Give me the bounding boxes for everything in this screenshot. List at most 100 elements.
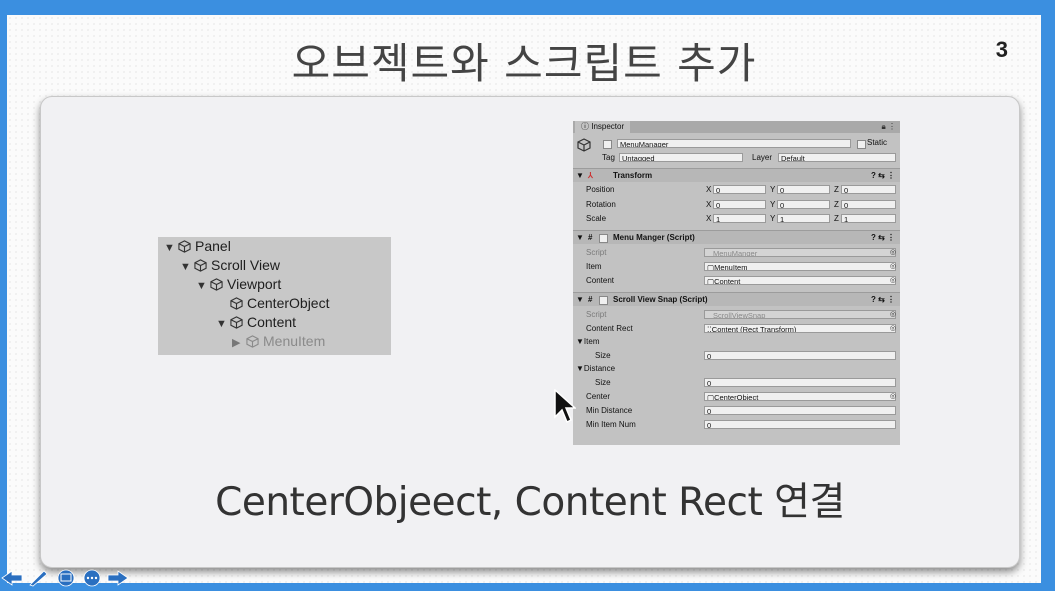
hierarchy-item-label: CenterObject bbox=[247, 295, 330, 311]
cube-icon bbox=[194, 259, 207, 272]
x-label: X bbox=[706, 214, 712, 223]
scale-label: Scale bbox=[586, 214, 607, 223]
hierarchy-item-viewport[interactable]: ▼ Viewport bbox=[196, 275, 281, 293]
hierarchy-item-content[interactable]: ▼ Content bbox=[216, 313, 296, 331]
object-name-field[interactable]: MenuManager bbox=[617, 139, 851, 148]
info-icon: ⓘ bbox=[581, 122, 592, 131]
item-size-label: Size bbox=[595, 351, 611, 360]
hierarchy-item-menu-item[interactable]: ▶ MenuItem bbox=[232, 332, 325, 350]
target-icon[interactable]: ◎ bbox=[890, 248, 896, 256]
position-z-field[interactable]: 0 bbox=[841, 185, 896, 194]
script-icon: # bbox=[588, 295, 593, 304]
hierarchy-item-label: Scroll View bbox=[211, 257, 280, 273]
active-checkbox[interactable] bbox=[603, 140, 612, 149]
scale-x-field[interactable]: 1 bbox=[713, 214, 766, 223]
component-menu-icon[interactable]: ? ⇆ ⋮ bbox=[871, 293, 895, 306]
script-icon: # bbox=[588, 233, 593, 242]
component-menu-icon[interactable]: ? ⇆ ⋮ bbox=[871, 231, 895, 244]
target-icon[interactable]: ◎ bbox=[890, 262, 896, 270]
slides-icon[interactable] bbox=[57, 569, 75, 587]
collapse-arrow-icon[interactable]: ▼ bbox=[576, 231, 584, 244]
min-distance-field[interactable]: 0 bbox=[704, 406, 896, 415]
hierarchy-item-center-object[interactable]: CenterObject bbox=[216, 294, 329, 312]
target-icon[interactable]: ◎ bbox=[890, 324, 896, 332]
z-label: Z bbox=[834, 185, 839, 194]
script-field: ScrollViewSnap bbox=[704, 310, 896, 319]
y-label: Y bbox=[770, 214, 776, 223]
hierarchy-item-label: Viewport bbox=[227, 276, 282, 292]
center-label: Center bbox=[586, 392, 611, 401]
rotation-y-field[interactable]: 0 bbox=[777, 200, 830, 209]
component-title: Scroll View Snap (Script) bbox=[613, 295, 708, 304]
more-options-icon[interactable] bbox=[83, 569, 101, 587]
scale-z-field[interactable]: 1 bbox=[841, 214, 896, 223]
expand-arrow-icon[interactable]: ▼ bbox=[196, 277, 210, 295]
tab-label: Inspector bbox=[591, 122, 625, 131]
z-label: Z bbox=[834, 214, 839, 223]
pen-icon[interactable] bbox=[29, 570, 48, 587]
collapse-arrow-icon[interactable]: ▼ bbox=[576, 293, 584, 306]
hierarchy-item-label: MenuItem bbox=[263, 333, 326, 349]
slide-number: 3 bbox=[995, 37, 1008, 62]
slide-title: 오브젝트와 스크립트 추가 bbox=[291, 39, 757, 88]
enabled-checkbox[interactable] bbox=[599, 296, 608, 305]
min-item-num-label: Min Item Num bbox=[586, 420, 636, 429]
item-foldout[interactable]: ▼Item bbox=[576, 337, 599, 347]
transform-icon: ⅄ bbox=[588, 171, 593, 180]
cube-icon bbox=[246, 335, 259, 348]
enabled-checkbox[interactable] bbox=[599, 234, 608, 243]
position-y-field[interactable]: 0 bbox=[777, 185, 830, 194]
rotation-x-field[interactable]: 0 bbox=[713, 200, 766, 209]
hierarchy-item-label: Content bbox=[247, 314, 297, 330]
transform-header[interactable]: ▼ ⅄ Transform ? ⇆ ⋮ bbox=[573, 168, 900, 182]
mouse-cursor-icon bbox=[554, 389, 576, 424]
collapse-arrow-icon[interactable]: ▼ bbox=[576, 169, 584, 182]
component-menu-icon[interactable]: ? ⇆ ⋮ bbox=[871, 169, 895, 182]
item-object-field[interactable]: ▢MenuItem bbox=[704, 262, 896, 271]
tag-dropdown[interactable]: Untagged bbox=[619, 153, 743, 162]
tab-inspector[interactable]: ⓘ Inspector bbox=[575, 121, 631, 133]
next-slide-icon[interactable] bbox=[107, 570, 129, 586]
y-label: Y bbox=[770, 185, 776, 194]
expand-arrow-icon[interactable]: ▼ bbox=[216, 315, 230, 333]
expand-arrow-icon[interactable]: ▼ bbox=[164, 239, 178, 257]
scale-y-field[interactable]: 1 bbox=[777, 214, 830, 223]
presentation-nav bbox=[0, 569, 140, 587]
content-object-field[interactable]: ▢Content bbox=[704, 276, 896, 285]
inspector-tab-bar: ⓘ Inspector 🔒︎ ⋮ bbox=[573, 121, 900, 133]
distance-foldout[interactable]: ▼Distance bbox=[576, 364, 615, 374]
collapsed-arrow-icon[interactable]: ▶ bbox=[232, 334, 246, 352]
target-icon[interactable]: ◎ bbox=[890, 310, 896, 318]
slide-caption: CenterObjeect, Content Rect 연결 bbox=[215, 480, 845, 525]
script-label: Script bbox=[586, 248, 607, 257]
hierarchy-panel: ▼ Panel ▼ Scroll View ▼ Viewport CenterObje… bbox=[158, 237, 391, 355]
hierarchy-item-label: Panel bbox=[195, 238, 231, 254]
min-distance-label: Min Distance bbox=[586, 406, 633, 415]
target-icon[interactable]: ◎ bbox=[890, 392, 896, 400]
x-label: X bbox=[706, 200, 712, 209]
target-icon[interactable]: ◎ bbox=[890, 276, 896, 284]
position-label: Position bbox=[586, 185, 615, 194]
static-checkbox[interactable] bbox=[857, 140, 866, 149]
min-item-num-field[interactable]: 0 bbox=[704, 420, 896, 429]
distance-size-field[interactable]: 0 bbox=[704, 378, 896, 387]
position-x-field[interactable]: 0 bbox=[713, 185, 766, 194]
content-rect-field[interactable]: ⁚⁚Content (Rect Transform) bbox=[704, 324, 896, 333]
expand-arrow-icon[interactable]: ▼ bbox=[180, 258, 194, 276]
lock-icon[interactable]: 🔒︎ ⋮ bbox=[882, 121, 896, 133]
item-size-field[interactable]: 0 bbox=[704, 351, 896, 360]
layer-label: Layer bbox=[752, 153, 773, 162]
static-label: Static bbox=[867, 138, 888, 147]
layer-dropdown[interactable]: Default bbox=[778, 153, 896, 162]
hierarchy-item-panel[interactable]: ▼ Panel bbox=[164, 237, 231, 255]
rotation-z-field[interactable]: 0 bbox=[841, 200, 896, 209]
center-object-field[interactable]: ▢CenterObject bbox=[704, 392, 896, 401]
slide: 오브젝트와 스크립트 추가 3 ▼ Panel ▼ Scroll View ▼ Vie… bbox=[7, 15, 1041, 583]
previous-slide-icon[interactable] bbox=[1, 570, 23, 586]
menu-manager-header[interactable]: ▼ # Menu Manger (Script) ? ⇆ ⋮ bbox=[573, 230, 900, 244]
hierarchy-item-scroll-view[interactable]: ▼ Scroll View bbox=[180, 256, 280, 274]
cube-icon bbox=[210, 278, 223, 291]
scroll-snap-header[interactable]: ▼ # Scroll View Snap (Script) ? ⇆ ⋮ bbox=[573, 292, 900, 306]
item-label: Item bbox=[586, 262, 602, 271]
cube-icon bbox=[178, 240, 191, 253]
